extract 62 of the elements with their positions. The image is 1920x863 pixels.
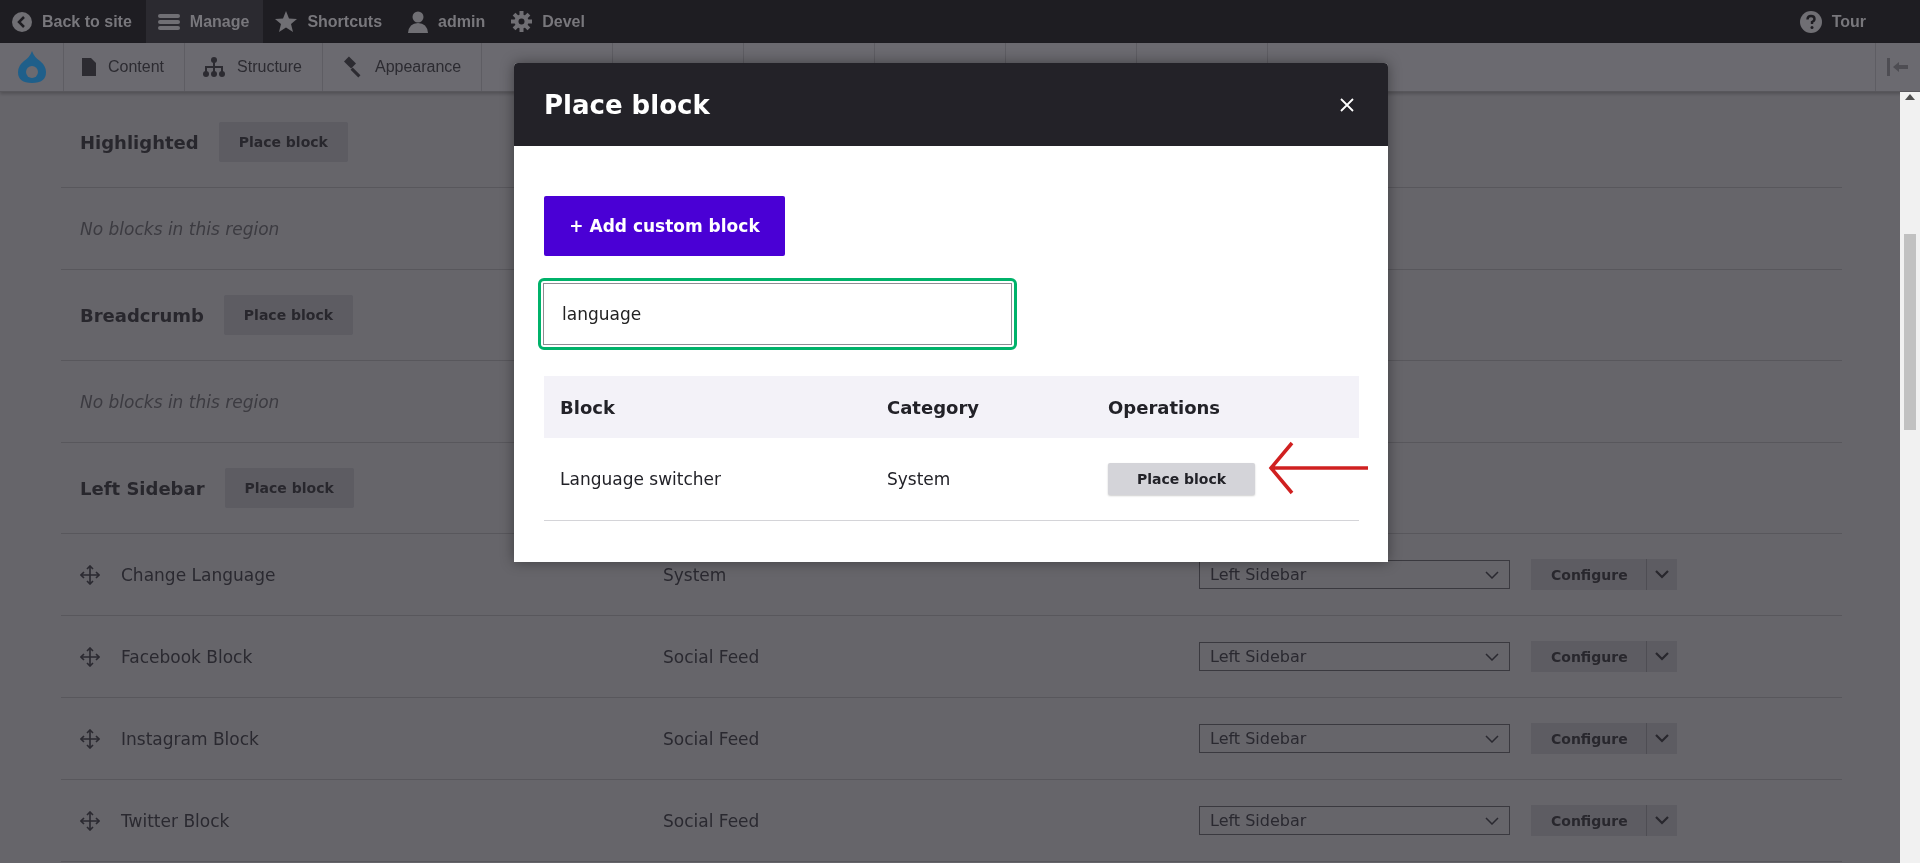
- block-category: Social Feed: [663, 646, 761, 667]
- drop-logo-icon[interactable]: [17, 51, 46, 83]
- drag-handle-icon[interactable]: [80, 564, 100, 585]
- region-title: Left Sidebar: [80, 477, 205, 499]
- table-cell: Language switcher: [544, 438, 871, 521]
- drag-handle-icon[interactable]: [80, 646, 100, 667]
- toolbar-tab[interactable]: Manage: [145, 0, 264, 43]
- dropdown-toggle[interactable]: [1647, 805, 1677, 836]
- region-title: Breadcrumb: [80, 304, 204, 326]
- add-custom-block-button[interactable]: + Add custom block: [544, 196, 785, 256]
- gear-icon: [511, 11, 533, 32]
- block-name: Facebook Block: [121, 646, 254, 667]
- search-field[interactable]: language: [538, 278, 1017, 350]
- scrollbar-thumb[interactable]: [1904, 234, 1916, 430]
- region-title: Highlighted: [80, 131, 199, 153]
- drag-handle-icon[interactable]: [80, 810, 100, 831]
- star-icon: [275, 11, 298, 32]
- table-cell: System: [871, 438, 1092, 521]
- tray-tab[interactable]: Content: [64, 43, 186, 91]
- help-icon: [1799, 10, 1822, 33]
- drag-handle-icon[interactable]: [80, 728, 100, 749]
- region-select[interactable]: Left Sidebar: [1199, 642, 1510, 671]
- chevron-down-icon: [1485, 734, 1499, 743]
- chevron-down-icon: [1655, 734, 1669, 743]
- chevron-down-icon: [1485, 570, 1499, 579]
- chevron-down-icon: [1655, 816, 1669, 825]
- block-category: System: [663, 564, 728, 585]
- dialog-title: Place block: [544, 89, 710, 120]
- dropdown-toggle[interactable]: [1647, 723, 1677, 754]
- chevron-down-icon: [1485, 652, 1499, 661]
- menu-icon: [157, 11, 180, 32]
- block-name: Twitter Block: [121, 810, 231, 831]
- block-category: Social Feed: [663, 728, 761, 749]
- scroll-up-icon[interactable]: [1905, 94, 1915, 100]
- block-name: Instagram Block: [121, 728, 260, 749]
- chevron-down-icon: [1485, 816, 1499, 825]
- block-category: Social Feed: [663, 810, 761, 831]
- toolbar-tab[interactable]: Back to site: [0, 0, 146, 43]
- collapse-icon[interactable]: [1887, 58, 1909, 76]
- chevron-down-icon: [1655, 652, 1669, 661]
- tray-tab[interactable]: Appearance: [322, 43, 483, 91]
- region-select[interactable]: Left Sidebar: [1199, 724, 1510, 753]
- dropdown-toggle[interactable]: [1647, 559, 1677, 590]
- toolbar-tab[interactable]: admin: [396, 0, 500, 43]
- user-icon: [408, 10, 429, 33]
- document-icon: [82, 58, 96, 76]
- region-select[interactable]: Left Sidebar: [1199, 806, 1510, 835]
- toolbar-tab[interactable]: Devel: [499, 0, 599, 43]
- sitemap-icon: [203, 57, 226, 77]
- region-select[interactable]: Left Sidebar: [1199, 560, 1510, 589]
- dropdown-toggle[interactable]: [1647, 641, 1677, 672]
- tour-button[interactable]: Tour: [1787, 0, 1880, 43]
- column-header: Block: [544, 376, 871, 438]
- block-name: Change Language: [121, 564, 277, 585]
- close-icon: [1340, 97, 1354, 112]
- toolbar-tab[interactable]: Shortcuts: [263, 0, 397, 43]
- tray-tab[interactable]: Structure: [185, 43, 323, 91]
- chevron-down-icon: [1655, 570, 1669, 579]
- column-header: Operations: [1092, 376, 1359, 438]
- column-header: Category: [871, 376, 1092, 438]
- back-icon: [12, 11, 32, 32]
- place-block-button[interactable]: Place block: [1108, 463, 1255, 495]
